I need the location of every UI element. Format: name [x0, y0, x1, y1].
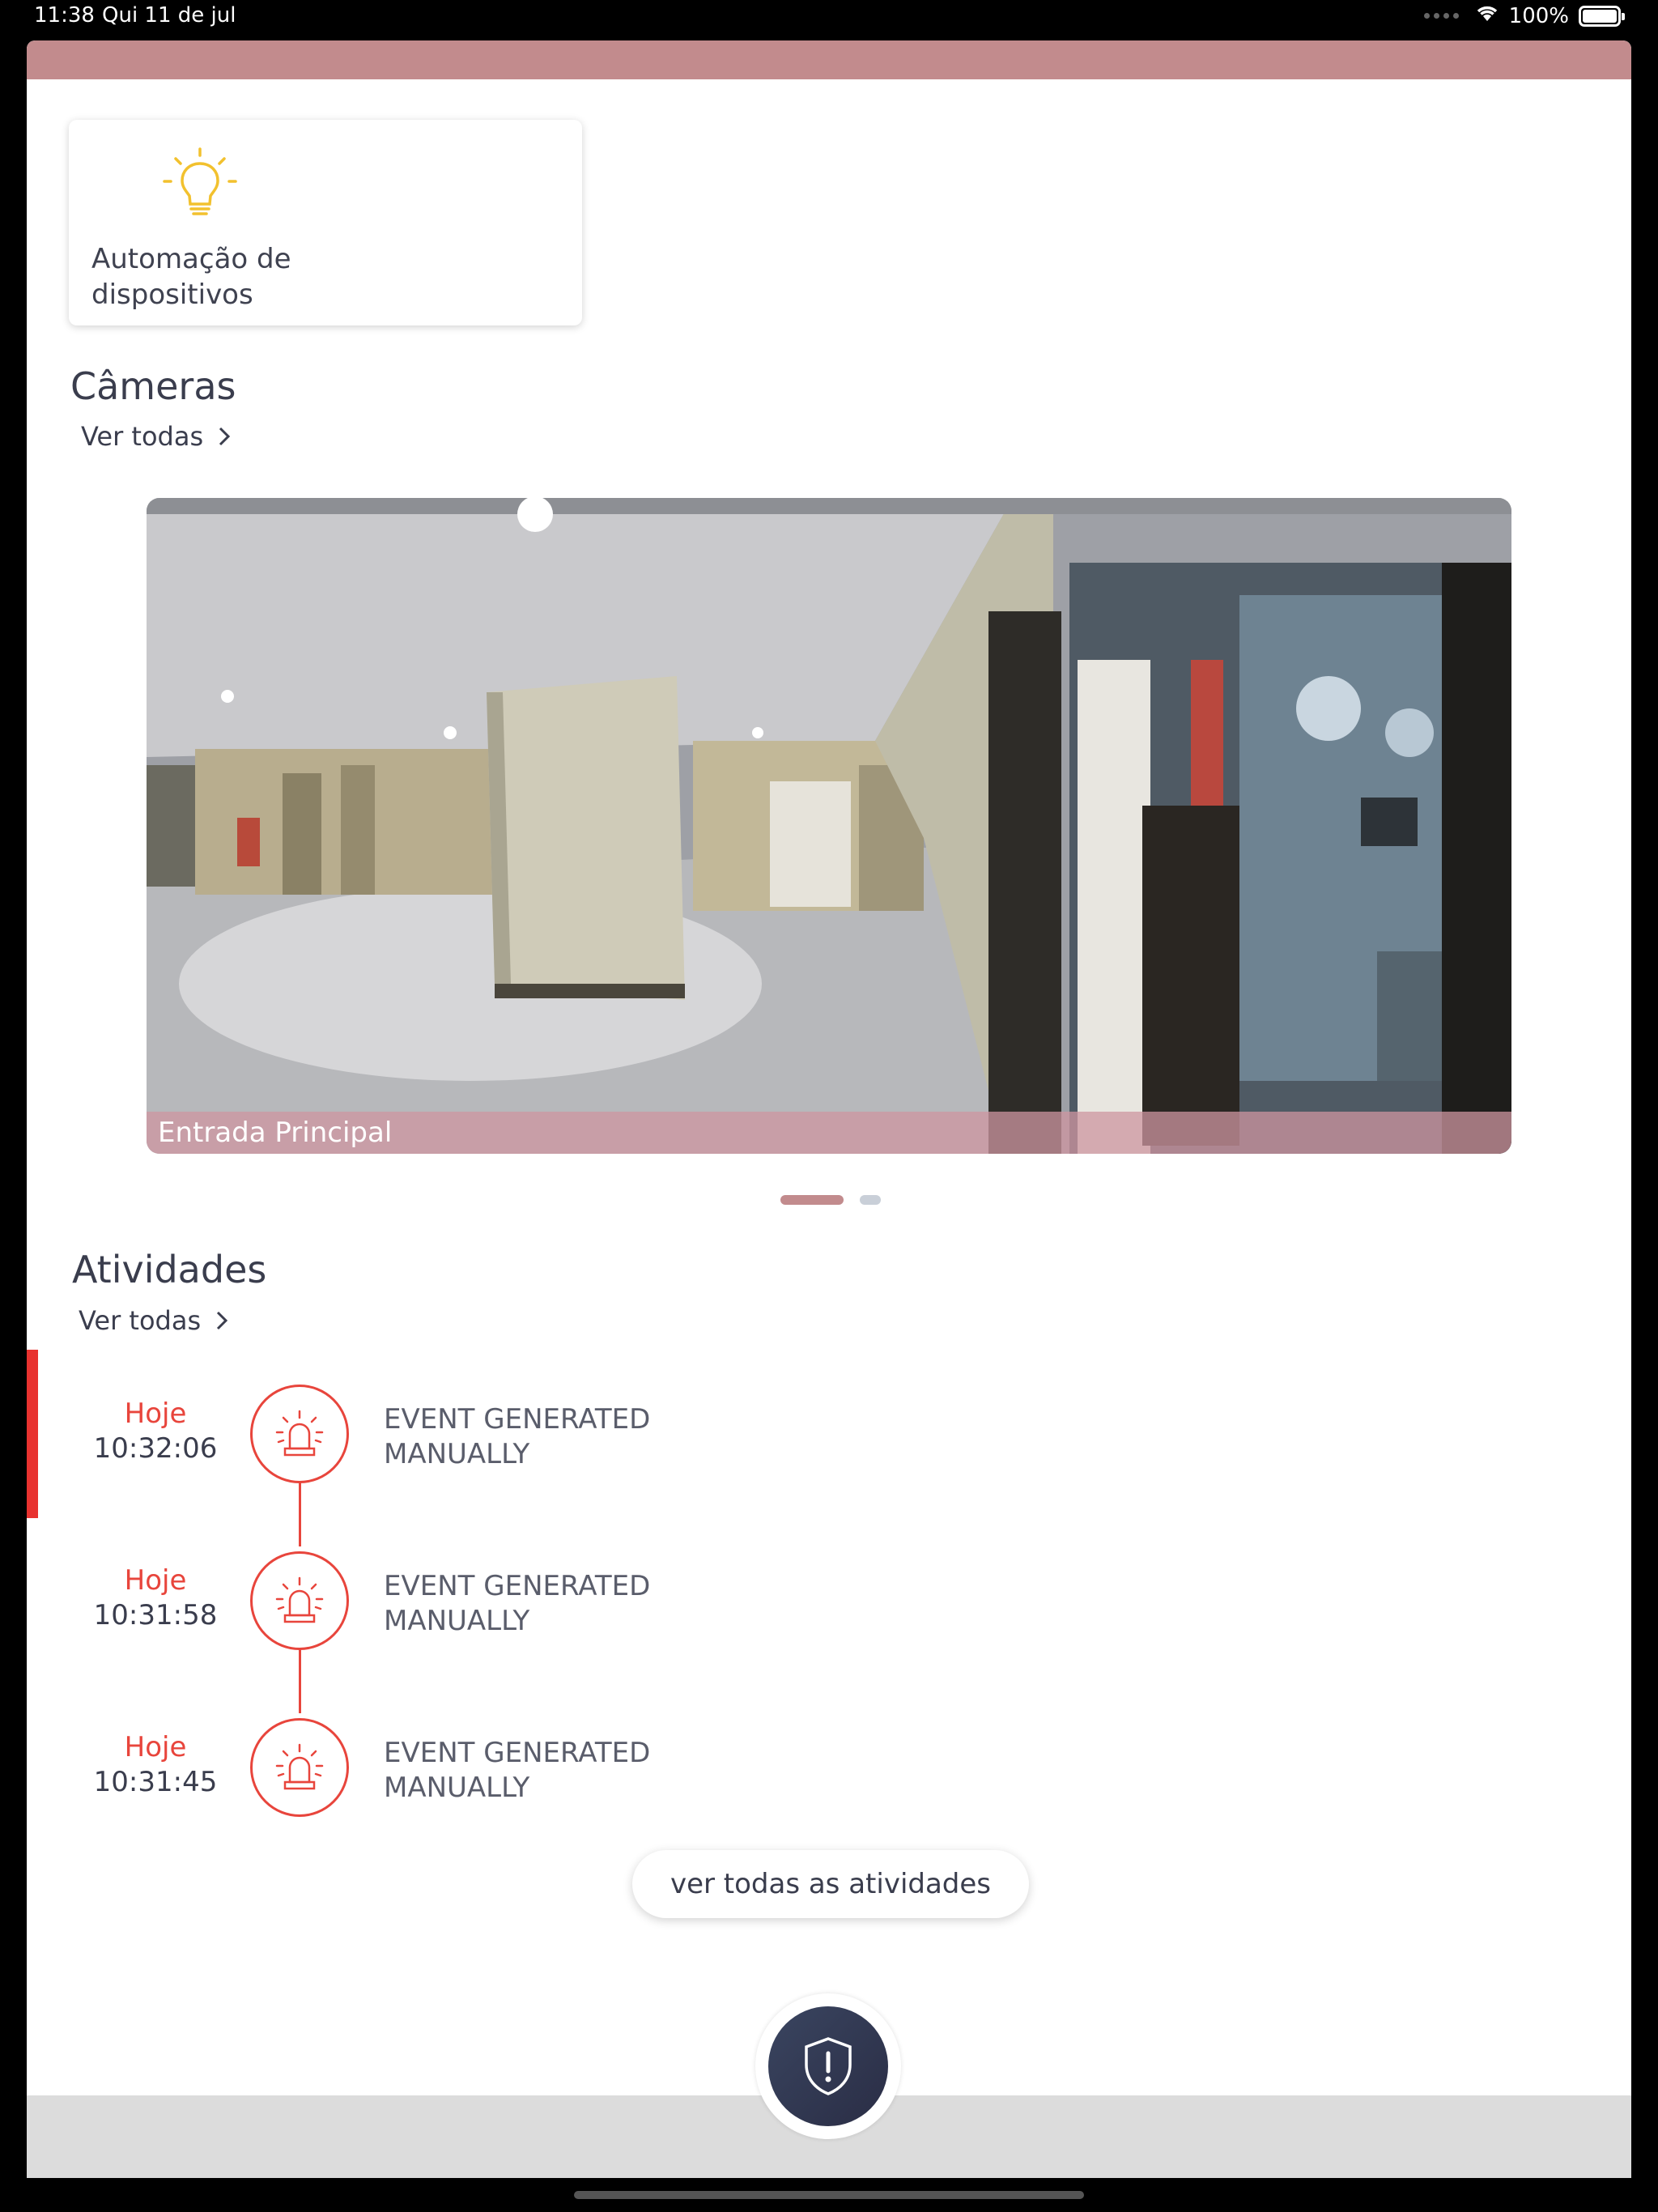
home-indicator[interactable]: [574, 2191, 1084, 2199]
header-band: [27, 40, 1631, 79]
activity-time: 10:31:45: [93, 1766, 218, 1798]
lightbulb-icon: [163, 147, 237, 215]
cameras-see-all-link[interactable]: Ver todas: [81, 421, 231, 452]
activities-see-all-label: Ver todas: [79, 1305, 202, 1336]
activity-line1: EVENT GENERATED: [384, 1403, 651, 1436]
alarm-siren-icon: [250, 1551, 349, 1650]
pager-dot-active[interactable]: [780, 1195, 844, 1205]
battery-icon: [1579, 5, 1625, 27]
security-action-button[interactable]: [755, 1993, 901, 2139]
activity-item[interactable]: Hoje 10:31:45 EVENT GENERATED MANUALLY: [27, 1718, 755, 1823]
activity-line1: EVENT GENERATED: [384, 1570, 651, 1602]
activity-day: Hoje: [124, 1397, 187, 1430]
activity-item[interactable]: Hoje 10:31:58 EVENT GENERATED MANUALLY: [27, 1551, 755, 1657]
activity-time: 10:31:58: [93, 1599, 218, 1631]
activities-see-all-link[interactable]: Ver todas: [79, 1305, 228, 1336]
pager-dot[interactable]: [860, 1195, 881, 1205]
view-all-activities-button[interactable]: ver todas as atividades: [632, 1850, 1029, 1918]
alarm-siren-icon: [250, 1385, 349, 1483]
activity-line2: MANUALLY: [384, 1772, 530, 1804]
activity-time: 10:32:06: [93, 1432, 218, 1465]
camera-name: Entrada Principal: [158, 1117, 393, 1149]
activity-description: EVENT GENERATED MANUALLY: [384, 1402, 789, 1472]
cellular-signal-icon: [1423, 13, 1459, 19]
camera-pager: [780, 1195, 881, 1205]
camera-caption: Entrada Principal: [147, 1112, 1511, 1154]
alarm-siren-icon: [250, 1718, 349, 1817]
automation-card[interactable]: Automação de dispositivos: [69, 120, 582, 325]
camera-preview-entrada-principal[interactable]: Entrada Principal: [147, 498, 1511, 1154]
activity-line1: EVENT GENERATED: [384, 1737, 651, 1769]
battery-percent: 100%: [1508, 3, 1569, 28]
wifi-icon: [1475, 3, 1499, 28]
shield-alert-icon: [805, 2037, 852, 2095]
status-date: Qui 11 de jul: [102, 3, 236, 28]
activity-day: Hoje: [124, 1564, 187, 1597]
activity-line2: MANUALLY: [384, 1605, 530, 1637]
cameras-see-all-label: Ver todas: [81, 421, 204, 452]
status-bar: 11:38 Qui 11 de jul 100%: [0, 0, 1658, 40]
cameras-title: Câmeras: [70, 364, 236, 408]
chevron-right-icon: [217, 1311, 228, 1330]
status-indicators: 100%: [1423, 3, 1625, 28]
activity-description: EVENT GENERATED MANUALLY: [384, 1569, 789, 1639]
activity-item[interactable]: Hoje 10:32:06 EVENT GENERATED MANUALLY: [27, 1385, 755, 1490]
activity-description: EVENT GENERATED MANUALLY: [384, 1736, 789, 1806]
status-time: 11:38: [34, 3, 95, 28]
activity-line2: MANUALLY: [384, 1438, 530, 1470]
chevron-right-icon: [219, 427, 231, 446]
activities-title: Atividades: [72, 1248, 267, 1291]
automation-card-label: Automação de dispositivos: [91, 243, 291, 311]
activity-day: Hoje: [124, 1731, 187, 1763]
app-window: Automação de dispositivos Câmeras Ver to…: [27, 40, 1631, 2178]
camera-snapshot: [147, 498, 1511, 1154]
security-action-inner[interactable]: [768, 2006, 888, 2126]
